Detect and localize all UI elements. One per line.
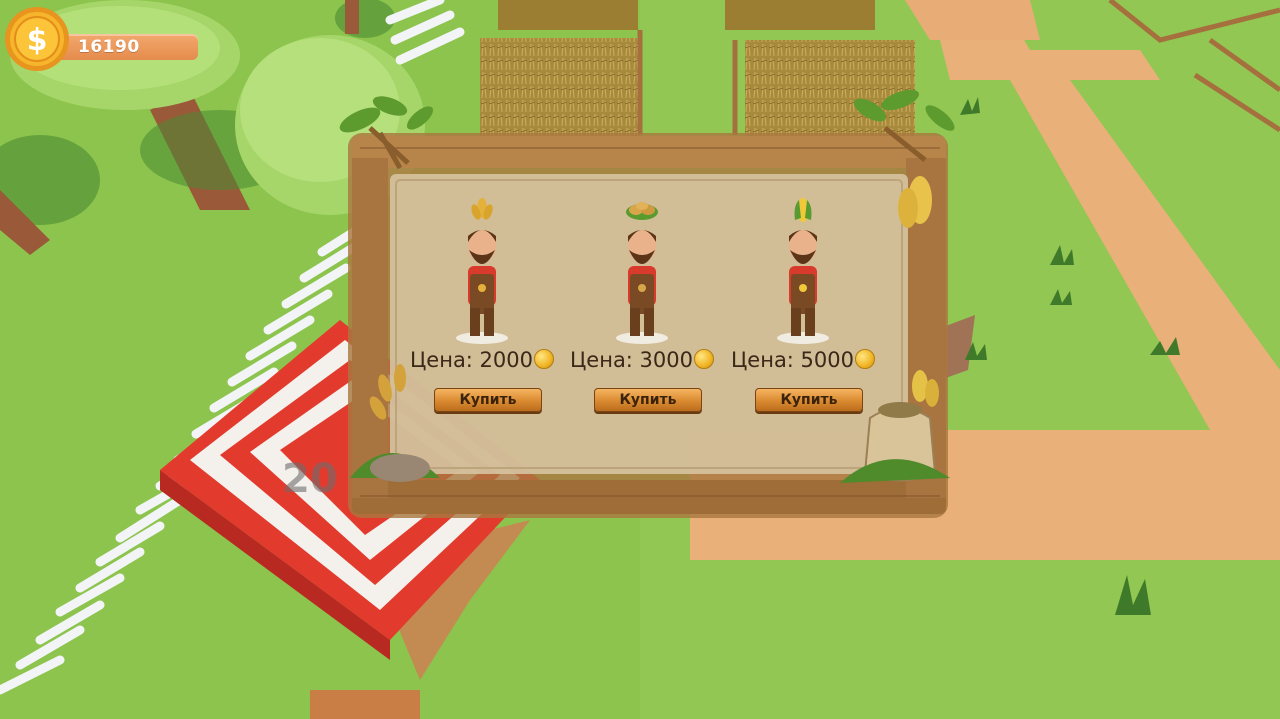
price-text: Цена: 2000 bbox=[409, 348, 534, 372]
coin-counter: 16190 $ bbox=[4, 6, 204, 76]
buy-potato-worker-button[interactable]: Купить bbox=[594, 388, 702, 412]
worker-slot-wheat: Цена: 2000 Купить bbox=[397, 196, 567, 421]
buy-wheat-worker-button[interactable]: Купить bbox=[434, 388, 542, 412]
price-text: Цена: 3000 bbox=[569, 348, 694, 372]
wheat-icon bbox=[471, 198, 493, 220]
coin-icon bbox=[694, 349, 715, 369]
worker-shop-panel: Цена: 2000 Купить Цена: 3000 Купить Цена… bbox=[330, 88, 970, 526]
price-label: Цена: 3000 bbox=[557, 348, 727, 372]
coin-bar: 16190 bbox=[48, 34, 198, 60]
farmer-character bbox=[616, 202, 668, 344]
worker-slot-potato: Цена: 3000 Купить bbox=[557, 196, 727, 421]
potato-icon bbox=[626, 202, 658, 220]
worker-slot-corn: Цена: 5000 Купить bbox=[718, 196, 888, 421]
coin-icon bbox=[855, 349, 876, 369]
buy-corn-worker-button[interactable]: Купить bbox=[755, 388, 863, 412]
svg-text:$: $ bbox=[27, 23, 48, 58]
farmer-character bbox=[456, 198, 508, 344]
coin-icon bbox=[534, 349, 555, 369]
price-label: Цена: 5000 bbox=[718, 348, 888, 372]
dollar-coin-icon: $ bbox=[5, 7, 69, 71]
price-label: Цена: 2000 bbox=[397, 348, 567, 372]
coin-value: 16190 bbox=[78, 37, 140, 57]
farmer-character bbox=[777, 198, 829, 344]
price-text: Цена: 5000 bbox=[730, 348, 855, 372]
corn-icon bbox=[794, 198, 812, 222]
